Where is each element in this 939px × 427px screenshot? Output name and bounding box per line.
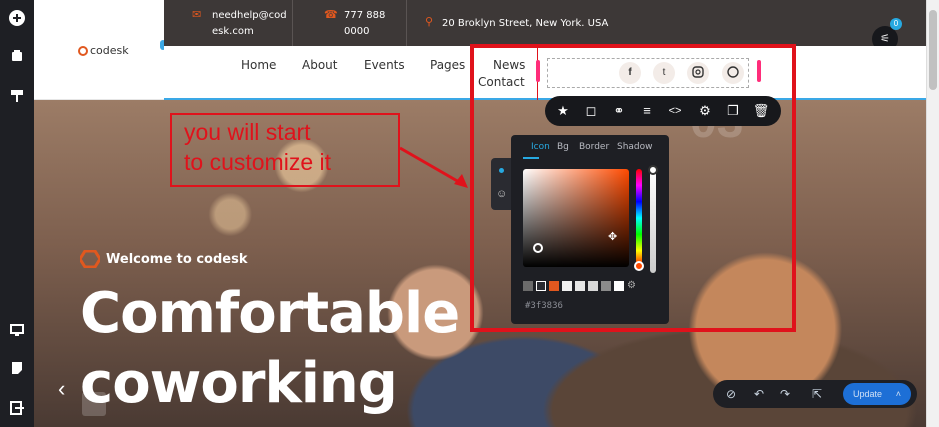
redo-icon[interactable]: ↷ bbox=[775, 380, 795, 408]
annotation-line1: you will start bbox=[184, 119, 311, 145]
annotation-callout: you will start to customize it bbox=[170, 113, 400, 187]
nav-about[interactable]: About bbox=[302, 58, 337, 72]
hexagon-logo-icon bbox=[80, 250, 100, 268]
paint-roller-icon[interactable] bbox=[7, 86, 27, 106]
logo-area: codesk bbox=[34, 0, 166, 100]
annotation-arrow-icon bbox=[399, 146, 468, 188]
phone-line2: 0000 bbox=[344, 26, 370, 37]
undo-icon[interactable]: ↶ bbox=[749, 380, 769, 408]
welcome-row: Welcome to codesk bbox=[80, 250, 248, 268]
envelope-icon: ✉ bbox=[192, 9, 202, 21]
chevron-left-icon[interactable]: ‹ bbox=[58, 376, 65, 402]
highlight-frame bbox=[470, 44, 796, 332]
note-icon[interactable] bbox=[7, 358, 27, 378]
address-text: 20 Broklyn Street, New York. USA bbox=[442, 18, 609, 29]
nav-events[interactable]: Events bbox=[364, 58, 405, 72]
editor-sidebar bbox=[0, 0, 34, 427]
notification-badge: 0 bbox=[890, 18, 902, 30]
top-info-bar: ✉ needhelp@cod esk.com ☎ 777 888 0000 ⚲ … bbox=[164, 0, 926, 52]
email-line2: esk.com bbox=[212, 26, 254, 37]
welcome-text: Welcome to codesk bbox=[106, 251, 248, 267]
hero-headline-line2: coworking bbox=[80, 351, 398, 416]
scrollbar-thumb[interactable] bbox=[929, 10, 937, 90]
external-link-icon[interactable]: ⇱ bbox=[807, 380, 827, 408]
email-line1: needhelp@cod bbox=[212, 10, 287, 21]
plus-icon[interactable] bbox=[7, 8, 27, 28]
divider bbox=[292, 0, 293, 46]
update-label: Update bbox=[853, 389, 883, 399]
eye-slash-icon[interactable]: ⊘ bbox=[721, 380, 741, 408]
site-logo[interactable]: codesk bbox=[78, 44, 129, 57]
bottom-toolbar: ⊘ ↶ ↷ ⇱ Update ˄ bbox=[713, 380, 917, 408]
desktop-icon[interactable] bbox=[7, 320, 27, 340]
slider-prev-button[interactable] bbox=[82, 392, 106, 416]
phone-icon: ☎ bbox=[324, 9, 338, 21]
divider bbox=[406, 0, 407, 46]
scrollbar[interactable] bbox=[926, 0, 939, 427]
phone-line1: 777 888 bbox=[344, 10, 386, 21]
hero-headline-line1: Comfortable bbox=[80, 281, 460, 346]
map-pin-icon: ⚲ bbox=[425, 16, 434, 28]
layers-icon[interactable] bbox=[7, 46, 27, 66]
logo-mark-icon bbox=[78, 45, 88, 56]
update-button[interactable]: Update ˄ bbox=[843, 383, 911, 405]
logo-text: codesk bbox=[90, 44, 129, 57]
nav-home[interactable]: Home bbox=[241, 58, 276, 72]
nav-pages[interactable]: Pages bbox=[430, 58, 465, 72]
chevron-up-icon[interactable]: ˄ bbox=[896, 383, 901, 405]
exit-icon[interactable] bbox=[7, 398, 27, 418]
annotation-line2: to customize it bbox=[184, 149, 331, 175]
